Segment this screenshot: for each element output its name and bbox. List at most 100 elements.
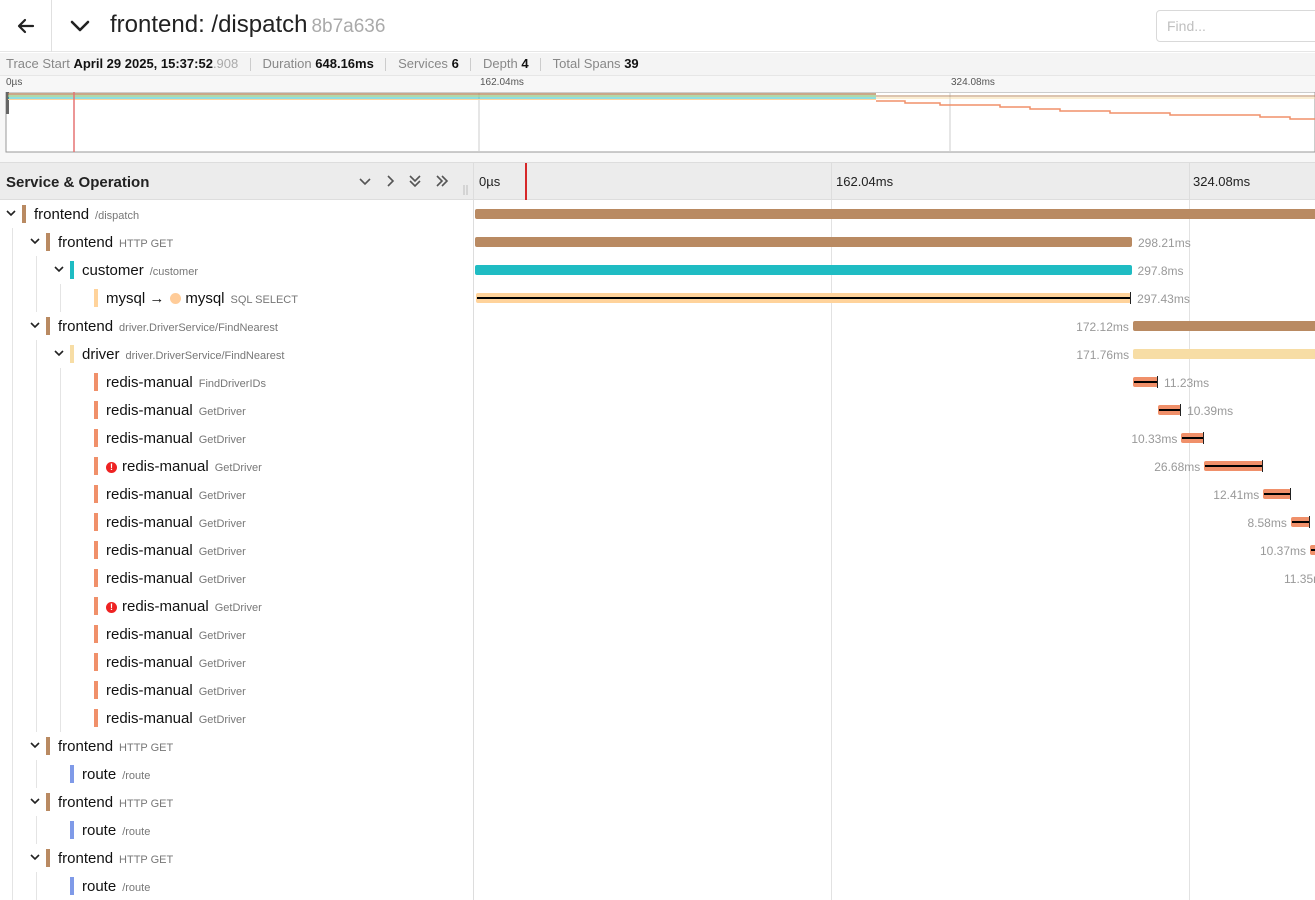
- span-service-name[interactable]: frontend HTTP GET: [58, 738, 173, 755]
- collapse-one-button[interactable]: [356, 172, 374, 190]
- span-service-name[interactable]: mysql → mysql SQL SELECT: [106, 290, 298, 307]
- span-timeline-cell[interactable]: 10.37ms: [475, 536, 1315, 564]
- span-timeline-cell[interactable]: 297.8ms: [475, 256, 1315, 284]
- span-name-cell[interactable]: redis-manual GetDriver: [0, 480, 474, 508]
- column-resize-handle[interactable]: [463, 185, 469, 195]
- span-row[interactable]: frontend HTTP GET: [0, 732, 1315, 760]
- span-timeline-cell[interactable]: [475, 704, 1315, 732]
- back-button[interactable]: [0, 0, 52, 52]
- span-toggle-chevron-icon[interactable]: [52, 262, 66, 276]
- span-service-name[interactable]: frontend HTTP GET: [58, 794, 173, 811]
- span-timeline-cell[interactable]: [475, 816, 1315, 844]
- span-row[interactable]: redis-manual FindDriverIDs 11.23ms: [0, 368, 1315, 396]
- span-name-cell[interactable]: redis-manual GetDriver: [0, 564, 474, 592]
- span-timeline-cell[interactable]: [475, 676, 1315, 704]
- span-row[interactable]: route/route: [0, 872, 1315, 900]
- span-name-cell[interactable]: frontend HTTP GET: [0, 788, 474, 816]
- span-timeline-cell[interactable]: 12.41ms: [475, 480, 1315, 508]
- span-row[interactable]: customer/customer 297.8ms: [0, 256, 1315, 284]
- span-name-cell[interactable]: route/route: [0, 816, 474, 844]
- span-timeline-cell[interactable]: 11.23ms: [475, 368, 1315, 396]
- span-row[interactable]: mysql → mysql SQL SELECT 297.43ms: [0, 284, 1315, 312]
- span-name-cell[interactable]: redis-manual FindDriverIDs: [0, 368, 474, 396]
- span-service-name[interactable]: ! redis-manual GetDriver: [106, 598, 262, 615]
- span-row[interactable]: redis-manual GetDriver 10.33ms: [0, 424, 1315, 452]
- span-service-name[interactable]: frontend HTTP GET: [58, 850, 173, 867]
- span-name-cell[interactable]: redis-manual GetDriver: [0, 620, 474, 648]
- span-toggle-chevron-icon[interactable]: [52, 346, 66, 360]
- span-name-cell[interactable]: redis-manual GetDriver: [0, 536, 474, 564]
- span-service-name[interactable]: redis-manual GetDriver: [106, 710, 246, 727]
- trace-minimap[interactable]: 0µs 162.04ms 324.08ms: [0, 76, 1315, 162]
- span-service-name[interactable]: route/route: [82, 878, 150, 895]
- span-timeline-cell[interactable]: [475, 844, 1315, 872]
- span-timeline-cell[interactable]: 11.35ms: [475, 564, 1315, 592]
- span-toggle-chevron-icon[interactable]: [28, 318, 42, 332]
- span-timeline-cell[interactable]: 10.33ms: [475, 424, 1315, 452]
- span-service-name[interactable]: driver driver.DriverService/FindNearest: [82, 346, 284, 363]
- span-name-cell[interactable]: customer/customer: [0, 256, 474, 284]
- span-name-cell[interactable]: frontend HTTP GET: [0, 732, 474, 760]
- span-name-cell[interactable]: route/route: [0, 872, 474, 900]
- span-timeline-cell[interactable]: [475, 648, 1315, 676]
- expand-one-button[interactable]: [381, 172, 399, 190]
- span-service-name[interactable]: redis-manual GetDriver: [106, 514, 246, 531]
- span-name-cell[interactable]: redis-manual GetDriver: [0, 676, 474, 704]
- span-toggle-chevron-icon[interactable]: [28, 738, 42, 752]
- span-row[interactable]: redis-manual GetDriver 11.35ms: [0, 564, 1315, 592]
- span-timeline-cell[interactable]: [475, 620, 1315, 648]
- span-row[interactable]: redis-manual GetDriver: [0, 676, 1315, 704]
- span-toggle-chevron-icon[interactable]: [4, 206, 18, 220]
- span-toggle-chevron-icon[interactable]: [28, 794, 42, 808]
- span-toggle-chevron-icon[interactable]: [28, 850, 42, 864]
- span-service-name[interactable]: frontend HTTP GET: [58, 234, 173, 251]
- span-timeline-cell[interactable]: [475, 788, 1315, 816]
- span-row[interactable]: redis-manual GetDriver: [0, 704, 1315, 732]
- span-name-cell[interactable]: redis-manual GetDriver: [0, 508, 474, 536]
- span-timeline-cell[interactable]: 171.76ms: [475, 340, 1315, 368]
- collapse-all-button[interactable]: [406, 172, 424, 190]
- span-service-name[interactable]: frontend driver.DriverService/FindNearest: [58, 318, 278, 335]
- span-name-cell[interactable]: route/route: [0, 760, 474, 788]
- span-service-name[interactable]: redis-manual GetDriver: [106, 570, 246, 587]
- span-timeline-cell[interactable]: 172.12ms: [475, 312, 1315, 340]
- span-row[interactable]: redis-manual GetDriver 10.37ms: [0, 536, 1315, 564]
- span-name-cell[interactable]: redis-manual GetDriver: [0, 704, 474, 732]
- span-row[interactable]: frontend HTTP GET 298.21ms: [0, 228, 1315, 256]
- span-name-cell[interactable]: ! redis-manual GetDriver: [0, 452, 474, 480]
- span-bar[interactable]: [475, 265, 1132, 275]
- span-service-name[interactable]: redis-manual GetDriver: [106, 682, 246, 699]
- span-timeline-cell[interactable]: [475, 732, 1315, 760]
- span-toggle-chevron-icon[interactable]: [28, 234, 42, 248]
- span-service-name[interactable]: redis-manual FindDriverIDs: [106, 374, 266, 391]
- span-row[interactable]: driver driver.DriverService/FindNearest 17…: [0, 340, 1315, 368]
- timeline-cursor[interactable]: [525, 163, 527, 200]
- span-timeline-cell[interactable]: 26.68ms: [475, 452, 1315, 480]
- span-timeline-cell[interactable]: 30: [475, 592, 1315, 620]
- span-bar[interactable]: [475, 237, 1132, 247]
- span-service-name[interactable]: redis-manual GetDriver: [106, 402, 246, 419]
- span-service-name[interactable]: redis-manual GetDriver: [106, 654, 246, 671]
- collapse-header-button[interactable]: [64, 10, 96, 42]
- span-service-name[interactable]: redis-manual GetDriver: [106, 542, 246, 559]
- span-service-name[interactable]: route/route: [82, 766, 150, 783]
- span-name-cell[interactable]: redis-manual GetDriver: [0, 424, 474, 452]
- span-row[interactable]: route/route: [0, 816, 1315, 844]
- span-name-cell[interactable]: frontend HTTP GET: [0, 844, 474, 872]
- span-row[interactable]: redis-manual GetDriver 12.41ms: [0, 480, 1315, 508]
- span-bar[interactable]: [475, 209, 1315, 219]
- span-row[interactable]: frontend/dispatch: [0, 200, 1315, 228]
- span-timeline-cell[interactable]: [475, 200, 1315, 228]
- span-timeline-cell[interactable]: 297.43ms: [475, 284, 1315, 312]
- span-timeline-cell[interactable]: 10.39ms: [475, 396, 1315, 424]
- span-timeline-cell[interactable]: [475, 760, 1315, 788]
- span-bar[interactable]: [1132, 321, 1315, 331]
- span-name-cell[interactable]: redis-manual GetDriver: [0, 396, 474, 424]
- span-row[interactable]: frontend HTTP GET: [0, 844, 1315, 872]
- span-row[interactable]: ! redis-manual GetDriver 30: [0, 592, 1315, 620]
- span-row[interactable]: redis-manual GetDriver: [0, 620, 1315, 648]
- span-bar[interactable]: [1133, 349, 1315, 359]
- span-service-name[interactable]: frontend/dispatch: [34, 206, 139, 223]
- span-timeline-cell[interactable]: 298.21ms: [475, 228, 1315, 256]
- span-name-cell[interactable]: redis-manual GetDriver: [0, 648, 474, 676]
